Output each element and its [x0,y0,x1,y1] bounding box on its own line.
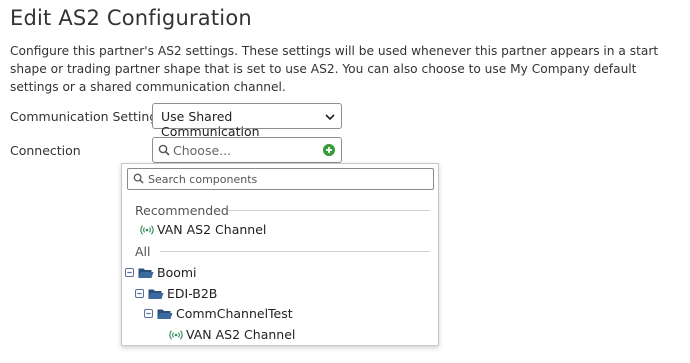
all-heading: All [135,244,151,259]
tree-node-edi-b2b[interactable]: EDI-B2B [135,286,217,301]
list-item-recommended-van-as2[interactable]: VAN AS2 Channel [140,222,266,237]
tree-node-label: VAN AS2 Channel [186,327,296,342]
tree-node-van-as2-channel[interactable]: VAN AS2 Channel [169,327,295,342]
search-components-placeholder: Search components [148,173,258,186]
all-divider [160,251,430,252]
recommended-heading: Recommended [135,203,229,218]
collapse-toggle-icon[interactable] [125,268,134,277]
tree-node-label: EDI-B2B [167,286,218,301]
folder-open-icon [148,289,164,299]
tree-node-commchanneltest[interactable]: CommChannelTest [144,306,293,321]
search-icon [133,173,144,184]
connection-label: Connection [10,143,81,158]
search-icon [158,144,170,156]
collapse-toggle-icon[interactable] [135,289,144,298]
chevron-down-icon [325,114,335,121]
communication-settings-label: Communication Settings [10,109,164,124]
folder-open-icon [157,309,173,319]
radio-signal-icon [169,329,183,340]
connection-dropdown: Search components Recommended VAN AS2 Ch… [121,163,439,346]
connection-placeholder: Choose... [173,143,232,158]
recommended-divider [228,210,430,211]
page-title: Edit AS2 Configuration [10,6,252,30]
list-item-label: VAN AS2 Channel [157,222,267,237]
tree-node-label: CommChannelTest [176,306,293,321]
tree-node-boomi[interactable]: Boomi [125,265,197,280]
connection-chooser[interactable]: Choose... [152,137,342,163]
page-description: Configure this partner's AS2 settings. T… [10,44,659,94]
communication-settings-value: Use Shared Communication [161,109,260,139]
tree-node-label: Boomi [157,265,197,280]
folder-open-icon [138,268,154,278]
search-components-input[interactable]: Search components [127,168,434,190]
add-circle-icon[interactable] [323,144,335,156]
collapse-toggle-icon[interactable] [144,309,153,318]
communication-settings-select[interactable]: Use Shared Communication [152,103,342,139]
radio-signal-icon [140,224,154,235]
